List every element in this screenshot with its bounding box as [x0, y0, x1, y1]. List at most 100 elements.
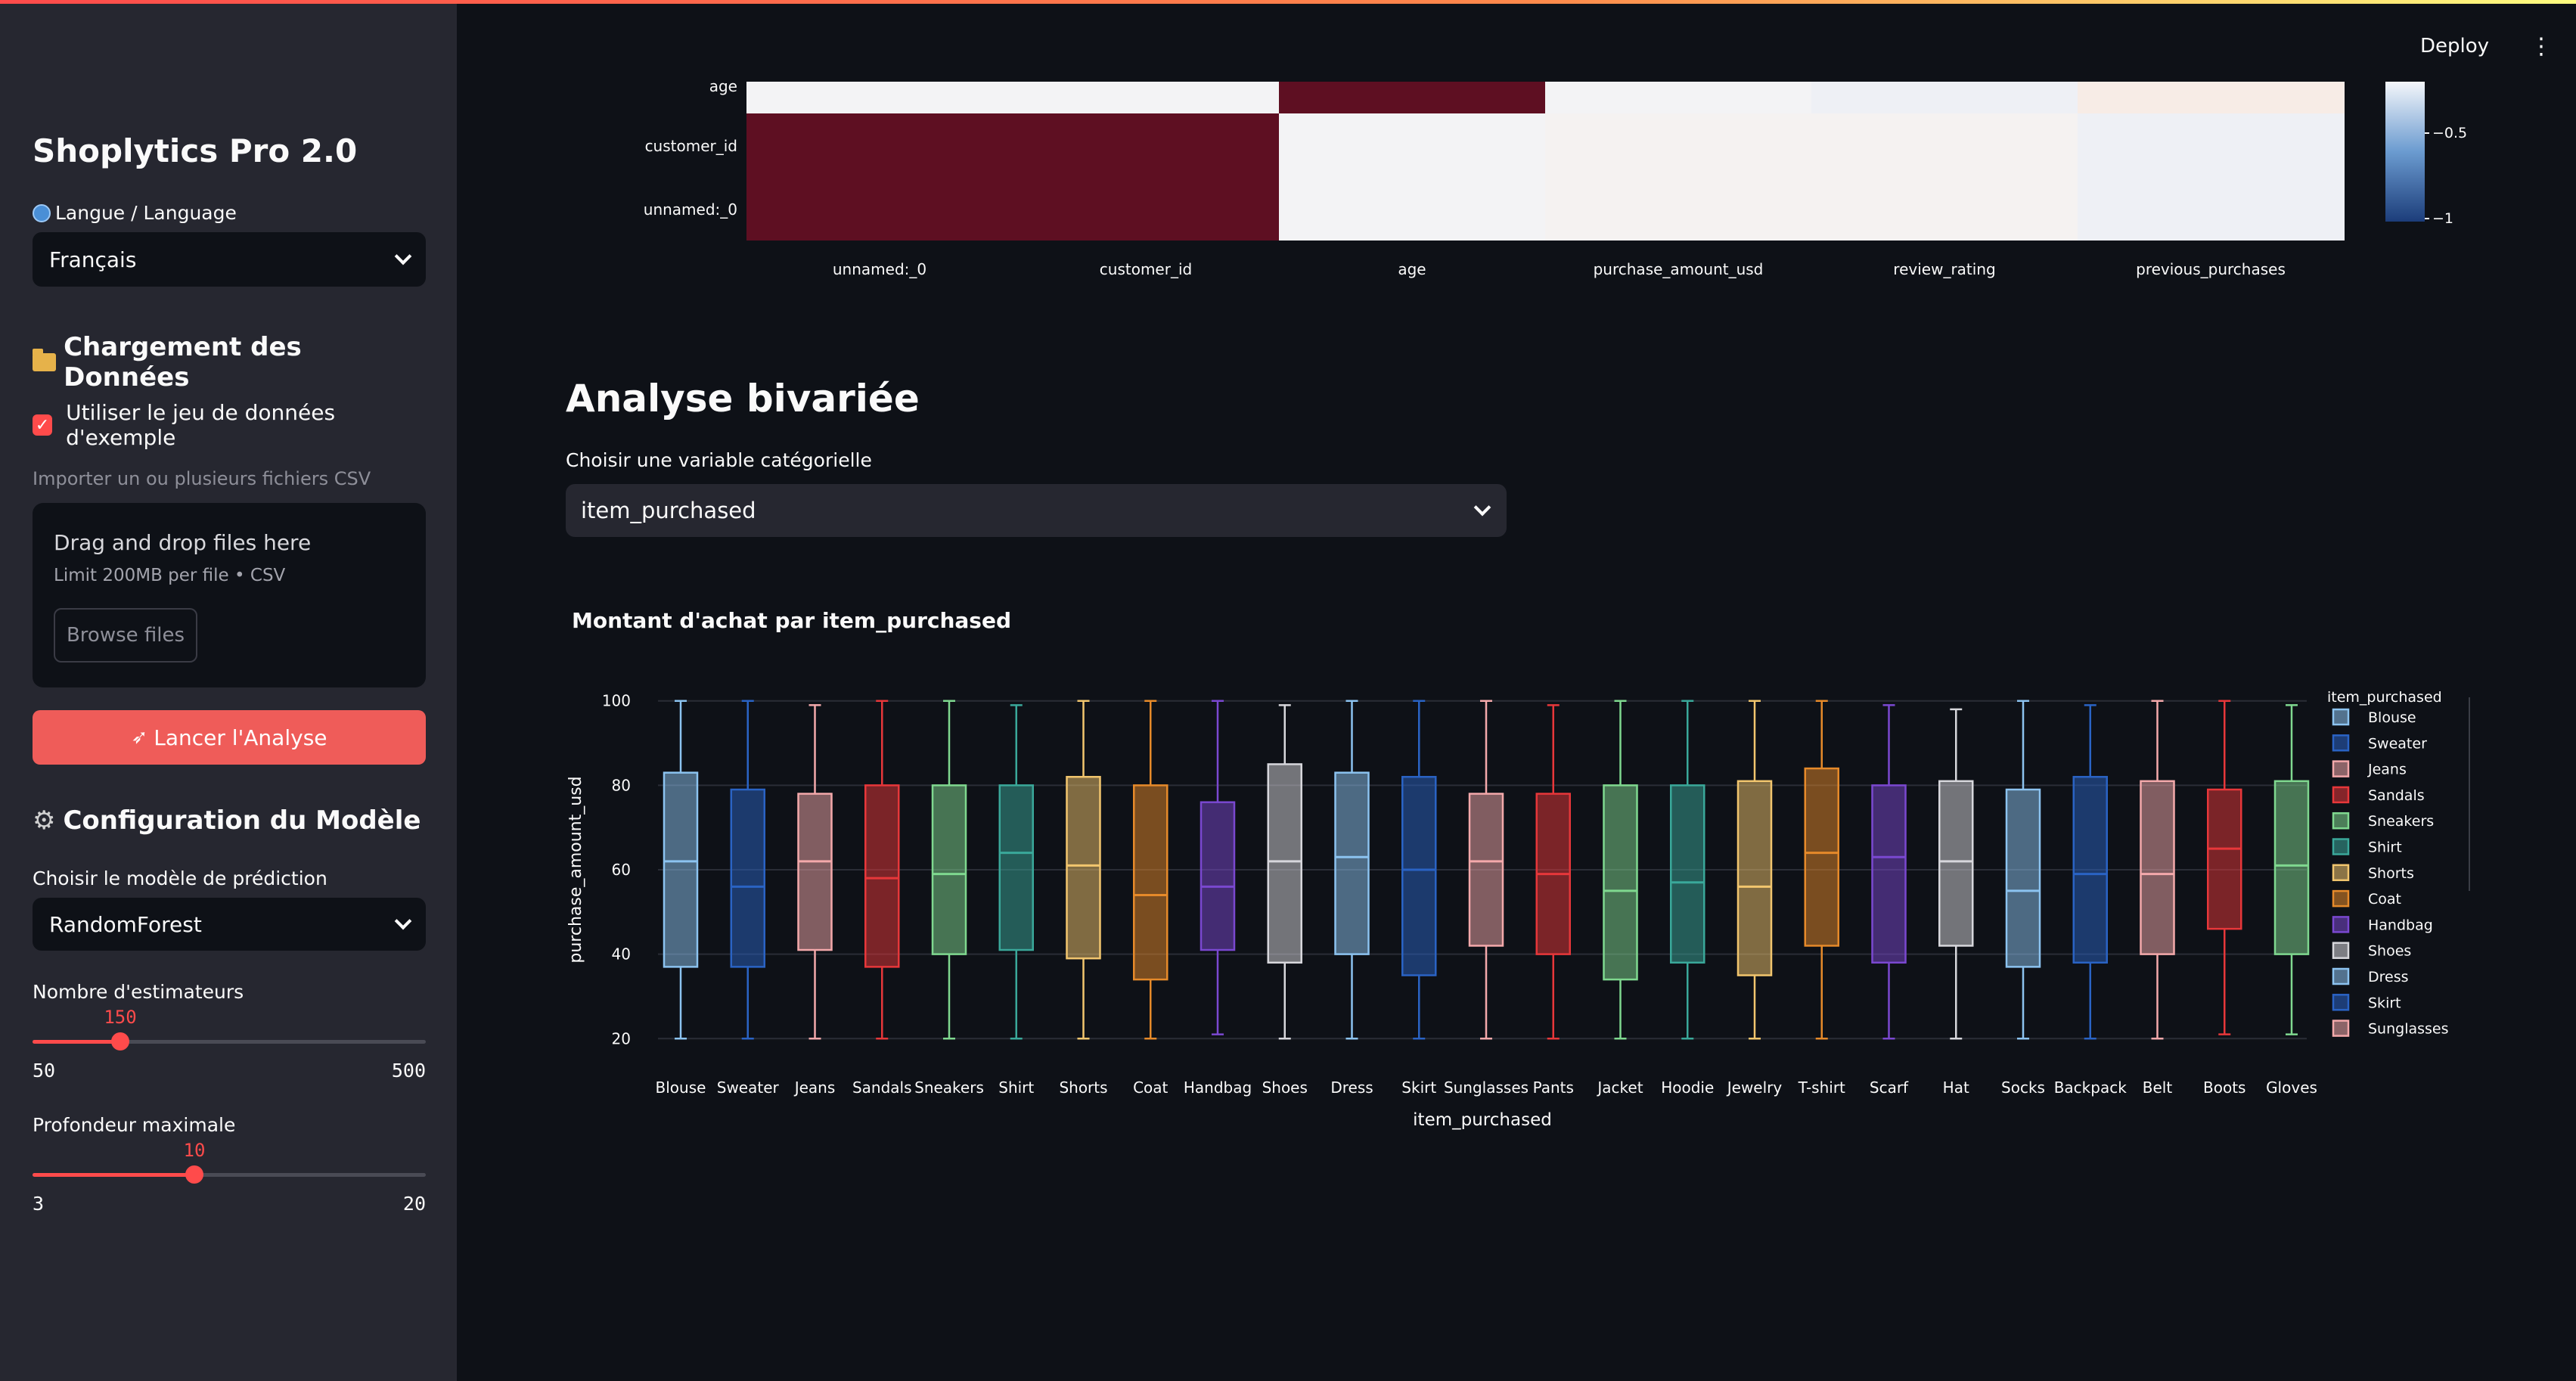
heatmap-cell	[1279, 113, 1546, 177]
depth-slider-min: 3	[33, 1193, 45, 1215]
heatmap-cell	[746, 82, 1013, 113]
model-section-title-text: Configuration du Modèle	[63, 805, 421, 836]
data-section-title: Chargement des Données	[33, 332, 426, 393]
x-tick-label: Jeans	[793, 1078, 836, 1097]
legend-swatch	[2332, 734, 2350, 752]
box-jeans	[797, 793, 833, 951]
heatmap-x-label: unnamed:_0	[833, 260, 926, 278]
x-axis-label: item_purchased	[1413, 1110, 1552, 1130]
boxplot-title: Montant d'achat par item_purchased	[572, 608, 1011, 633]
chevron-down-icon	[1473, 498, 1491, 517]
x-tick-label: Skirt	[1401, 1078, 1436, 1097]
model-select[interactable]: RandomForest	[33, 898, 426, 951]
legend-swatch	[2332, 812, 2350, 830]
y-axis-label: purchase_amount_usd	[566, 776, 585, 963]
box-shirt	[998, 784, 1034, 951]
dropzone-limit: Limit 200MB per file • CSV	[54, 566, 286, 585]
legend-swatch	[2332, 889, 2350, 908]
rocket-icon: ➶	[131, 726, 148, 749]
estimators-slider-thumb[interactable]	[111, 1032, 129, 1050]
legend-entry: Sweater	[2368, 735, 2427, 752]
estimators-slider-value: 150	[104, 1007, 137, 1028]
y-tick-label: 80	[612, 776, 631, 794]
language-select-value: Français	[49, 247, 137, 272]
legend-entry: Handbag	[2368, 917, 2433, 933]
heatmap-cell	[2078, 177, 2345, 241]
heatmap-cell	[1545, 113, 1812, 177]
heatmap-cell	[1013, 177, 1280, 241]
categorical-variable-select[interactable]: item_purchased	[566, 484, 1507, 537]
heatmap-cell	[2078, 82, 2345, 113]
heatmap-x-label: customer_id	[1100, 260, 1192, 278]
heatmap-cell	[1811, 82, 2078, 113]
heatmap-cell	[1545, 177, 1812, 241]
sidebar: Shoplytics Pro 2.0 Langue / Language Fra…	[0, 4, 457, 1381]
legend-title: item_purchased	[2327, 689, 2442, 706]
run-analysis-button[interactable]: ➶ Lancer l'Analyse	[33, 710, 426, 765]
box-sweater	[730, 788, 765, 968]
legend-swatch	[2332, 838, 2350, 855]
x-tick-label: Shoes	[1262, 1078, 1308, 1097]
x-tick-label: Pants	[1533, 1078, 1574, 1097]
heatmap-x-label: previous_purchases	[2136, 260, 2286, 278]
x-tick-label: T-shirt	[1798, 1078, 1845, 1097]
chevron-down-icon	[394, 912, 412, 930]
sample-data-checkbox-label: Utiliser le jeu de données d'exemple	[66, 400, 336, 450]
globe-icon	[33, 203, 51, 222]
box-hat	[1938, 780, 1974, 947]
legend-entry: Sneakers	[2368, 813, 2434, 830]
browse-files-button[interactable]: Browse files	[54, 608, 197, 663]
depth-slider-value: 10	[183, 1140, 206, 1161]
x-tick-label: Belt	[2143, 1078, 2173, 1097]
box-handbag	[1200, 801, 1236, 951]
heatmap-row-label: age	[709, 77, 737, 95]
box-t-shirt	[1804, 767, 1839, 947]
x-tick-label: Jacket	[1596, 1078, 1643, 1097]
box-shoes	[1267, 763, 1302, 964]
estimators-slider-max: 500	[391, 1060, 426, 1082]
legend-entry: Shirt	[2368, 839, 2402, 856]
sample-data-checkbox-row[interactable]: ✓ Utiliser le jeu de données d'exemple	[33, 400, 426, 450]
language-select[interactable]: Français	[33, 232, 426, 287]
estimators-slider[interactable]: 150 50 500	[33, 1007, 426, 1082]
estimators-slider-min: 50	[33, 1060, 56, 1082]
import-label: Importer un ou plusieurs fichiers CSV	[33, 468, 371, 489]
heatmap-x-label: age	[1398, 260, 1426, 278]
sample-data-checkbox[interactable]: ✓	[33, 414, 53, 436]
y-tick-label: 20	[612, 1029, 631, 1047]
legend-swatch	[2332, 967, 2350, 985]
depth-slider-thumb[interactable]	[185, 1165, 203, 1184]
legend-entry: Jeans	[2367, 762, 2407, 778]
categorical-variable-value: item_purchased	[581, 498, 756, 523]
heatmap-cell	[1545, 82, 1812, 113]
heatmap-cell	[1811, 113, 2078, 177]
file-dropzone[interactable]: Drag and drop files here Limit 200MB per…	[33, 503, 426, 687]
x-tick-label: Jewelry	[1726, 1078, 1783, 1097]
legend-swatch	[2332, 916, 2350, 933]
app-title: Shoplytics Pro 2.0	[33, 132, 358, 169]
box-boots	[2207, 788, 2242, 930]
y-tick-label: 40	[612, 945, 631, 964]
x-tick-label: Blouse	[656, 1078, 706, 1097]
deploy-button[interactable]: Deploy	[2420, 35, 2489, 57]
legend-entry: Sunglasses	[2368, 1021, 2449, 1038]
x-tick-label: Sunglasses	[1444, 1078, 1529, 1097]
y-tick-label: 100	[602, 692, 631, 710]
x-tick-label: Sandals	[852, 1078, 912, 1097]
depth-slider-fill	[33, 1173, 194, 1177]
bivariate-title: Analyse bivariée	[566, 377, 920, 421]
depth-slider-max: 20	[402, 1193, 426, 1215]
depth-slider[interactable]: 10 3 20	[33, 1140, 426, 1215]
x-tick-label: Scarf	[1870, 1078, 1909, 1097]
box-shorts	[1066, 775, 1101, 960]
x-tick-label: Shorts	[1059, 1078, 1107, 1097]
main-menu-icon[interactable]: ⋮	[2530, 33, 2553, 60]
gear-icon: ⚙	[33, 805, 56, 836]
heatmap-cell	[1013, 113, 1280, 177]
x-tick-label: Backpack	[2054, 1078, 2128, 1097]
chevron-down-icon	[394, 247, 412, 265]
box-skirt	[1401, 775, 1437, 976]
colorbar-tick-label: −1	[2432, 210, 2453, 227]
legend-swatch	[2332, 994, 2350, 1011]
folder-icon	[33, 349, 57, 371]
